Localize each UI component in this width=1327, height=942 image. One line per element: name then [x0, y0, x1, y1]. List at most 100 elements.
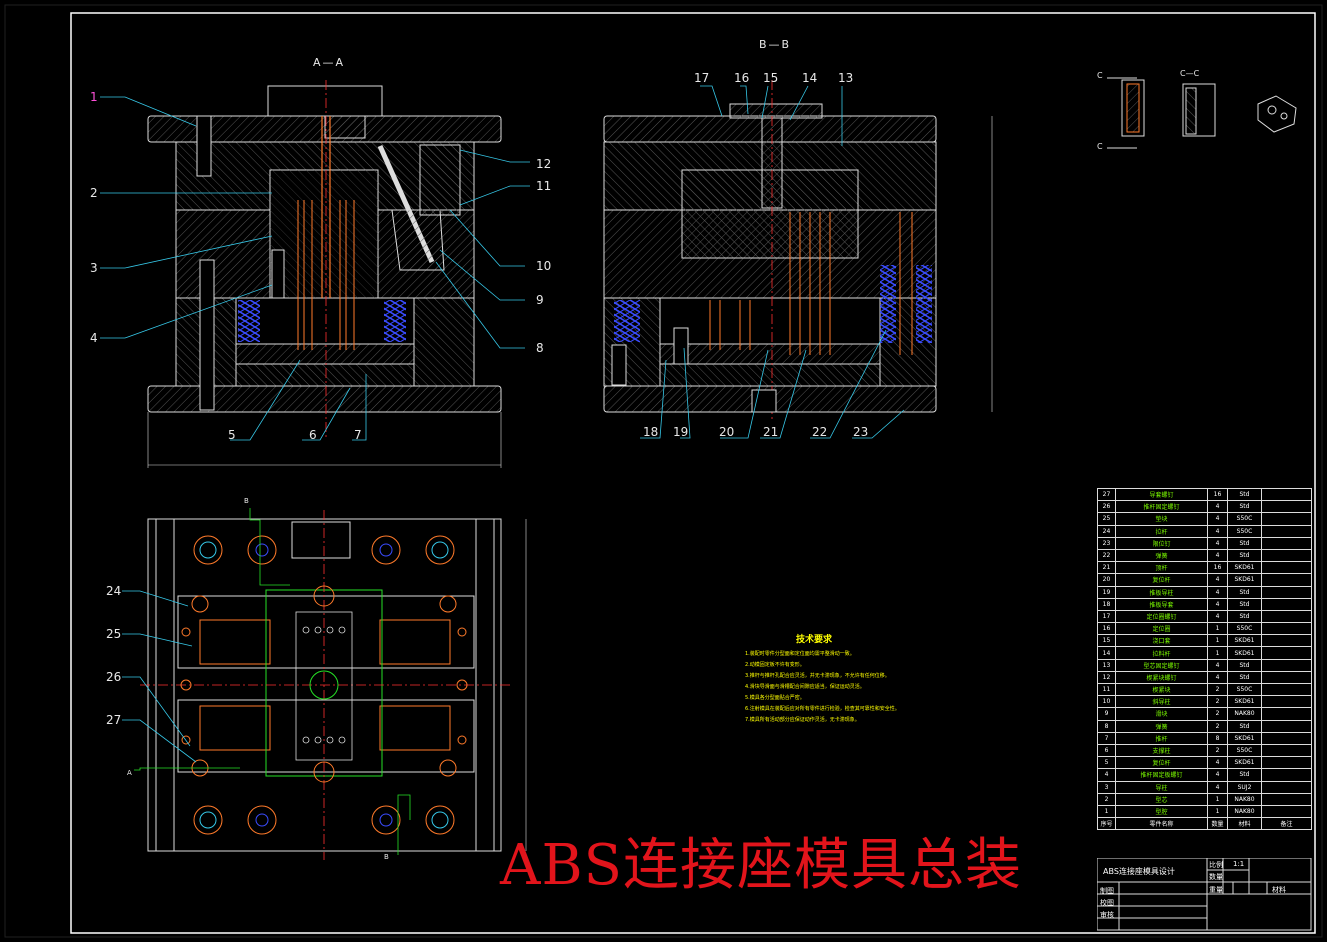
bom-no: 16 [1097, 622, 1116, 636]
leader-num: 23 [853, 425, 869, 439]
bom-no: 22 [1097, 548, 1116, 563]
bom-material: SKD61 [1227, 561, 1262, 575]
leader-num: 3 [90, 261, 98, 275]
leader-num: 12 [536, 157, 552, 171]
bom-note [1261, 670, 1312, 685]
tech-line: 5.模具各分型面贴合严密。 [745, 695, 805, 701]
bom-row: 19 推板导柱 4 Std [1097, 585, 1312, 599]
bom-name: 弹簧 [1115, 719, 1208, 733]
bom-no: 17 [1097, 609, 1116, 624]
bom-name: 垫块 [1115, 512, 1208, 526]
tech-line: 7.模具所有活动部分应保证动作灵活，无卡滞现象。 [745, 717, 860, 723]
bom-no: 8 [1097, 719, 1116, 733]
section-marker-b-bottom: B [384, 853, 389, 861]
bom-qty: 1 [1207, 792, 1228, 806]
bom-note [1261, 609, 1312, 624]
bom-material: S50C [1227, 622, 1262, 636]
bom-name: 型芯固定螺钉 [1115, 658, 1208, 672]
bom-material: S50C [1227, 524, 1262, 538]
bom-no: 27 [1097, 487, 1116, 502]
bom-no: 3 [1097, 780, 1116, 794]
bom-name: 顶杆 [1115, 561, 1208, 575]
bom-material: Std [1227, 500, 1262, 514]
bom-header-mat: 材料 [1227, 817, 1262, 831]
section-c-bottom-marker: C [1097, 142, 1105, 151]
leader-num: 19 [673, 425, 689, 439]
bom-name: 拉杆 [1115, 524, 1208, 538]
bom-material: Std [1227, 768, 1262, 782]
bom-row: 26 推杆固定螺钉 4 Std [1097, 500, 1312, 514]
tech-line: 1.装配时零件分型面和定位面均需平整滑动一致。 [745, 651, 855, 657]
bom-name: 复位杆 [1115, 573, 1208, 587]
bom-material: Std [1227, 585, 1262, 599]
leader-num: 22 [812, 425, 828, 439]
bom-note [1261, 561, 1312, 575]
bom-qty: 1 [1207, 634, 1228, 648]
bom-material: Std [1227, 536, 1262, 550]
bom-note [1261, 536, 1312, 550]
tech-line: 3.推杆与推杆孔配合应灵活，并无卡滞现象，不允许有任何位移。 [745, 673, 890, 679]
bom-note [1261, 646, 1312, 660]
bom-note [1261, 524, 1312, 538]
bom-no: 23 [1097, 536, 1116, 550]
bom-name: 复位杆 [1115, 756, 1208, 770]
bom-qty: 4 [1207, 536, 1228, 550]
bom-note [1261, 707, 1312, 721]
bom-row: 1 型腔 1 NAK80 [1097, 804, 1312, 819]
bom-name: 支撑柱 [1115, 743, 1208, 758]
bom-material: S50C [1227, 682, 1262, 697]
bom-row: 24 拉杆 4 S50C [1097, 524, 1312, 538]
bom-qty: 16 [1207, 487, 1228, 502]
bom-name: 定位圈螺钉 [1115, 609, 1208, 624]
leader-num: 2 [90, 186, 98, 200]
section-bb-label: B—B [759, 38, 792, 51]
bom-note [1261, 500, 1312, 514]
bom-note [1261, 512, 1312, 526]
section-cc-view [1107, 77, 1297, 149]
bom-note [1261, 756, 1312, 770]
bom-qty: 4 [1207, 768, 1228, 782]
bom-no: 18 [1097, 597, 1116, 611]
leader-num: 4 [90, 331, 98, 345]
bom-no: 26 [1097, 500, 1116, 514]
section-aa-label: A—A [313, 56, 346, 69]
bom-name: 滑块 [1115, 707, 1208, 721]
bom-row: 14 拉料杆 1 SKD61 [1097, 646, 1312, 660]
bom-row: 21 顶杆 16 SKD61 [1097, 561, 1312, 575]
bom-material: Std [1227, 670, 1262, 685]
title-block-qty-label: 数量 [1209, 873, 1223, 881]
bill-of-materials: 27 导套螺钉 16 Std 26 推杆固定螺钉 4 Std 25 垫块 4 S50C 24 拉杆 4 S50… [1097, 487, 1312, 831]
bom-no: 10 [1097, 695, 1116, 709]
leader-num: 20 [719, 425, 735, 439]
bom-qty: 4 [1207, 500, 1228, 514]
bom-row: 15 浇口套 1 SKD61 [1097, 634, 1312, 648]
leader-num: 16 [734, 71, 750, 85]
leader-num: 27 [106, 713, 122, 727]
bom-material: SKD61 [1227, 756, 1262, 770]
bom-header-no: 序号 [1097, 817, 1116, 831]
bom-row: 23 限位钉 4 Std [1097, 536, 1312, 550]
bom-qty: 8 [1207, 731, 1228, 745]
bom-header-note: 备注 [1261, 817, 1312, 831]
bom-row: 7 推杆 8 SKD61 [1097, 731, 1312, 745]
title-block-scale-value: 1:1 [1233, 860, 1245, 868]
bom-material: Std [1227, 597, 1262, 611]
leader-num: 9 [536, 293, 544, 307]
tech-line: 4.滑块导滑面与滑槽配合间隙应适当，保证运动灵活。 [745, 684, 865, 690]
bom-note [1261, 792, 1312, 806]
bom-material: SKD61 [1227, 573, 1262, 587]
bom-name: 推杆固定螺钉 [1115, 500, 1208, 514]
bom-qty: 4 [1207, 585, 1228, 599]
bom-qty: 2 [1207, 682, 1228, 697]
bom-no: 13 [1097, 658, 1116, 672]
bom-no: 12 [1097, 670, 1116, 685]
title-block-drawn: 制图 [1100, 887, 1114, 895]
leader-num: 17 [694, 71, 710, 85]
bom-row: 17 定位圈螺钉 4 Std [1097, 609, 1312, 624]
bom-no: 2 [1097, 792, 1116, 806]
drawing-main-title: ABS连接座模具总装 [500, 833, 1022, 898]
bom-material: Std [1227, 548, 1262, 563]
bom-qty: 2 [1207, 719, 1228, 733]
bom-name: 导套螺钉 [1115, 487, 1208, 502]
bom-row: 12 楔紧块螺钉 4 Std [1097, 670, 1312, 685]
